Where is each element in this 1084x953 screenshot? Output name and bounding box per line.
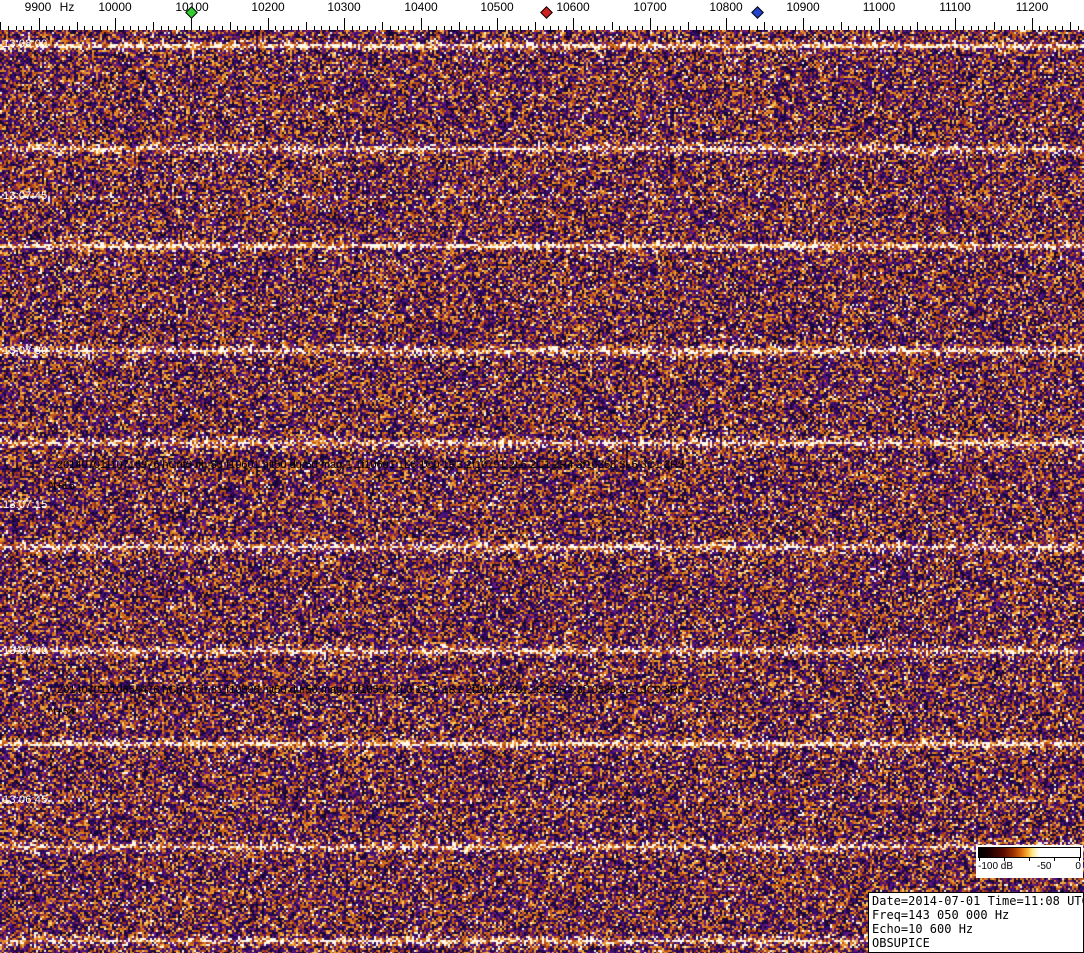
ruler-tick	[0, 22, 1, 30]
ruler-tick	[344, 18, 345, 30]
freq-marker-blue-icon[interactable]	[751, 6, 764, 19]
colorbar-label-max: 0	[1075, 861, 1081, 872]
freq-label: 10800	[709, 0, 743, 14]
ruler-tick	[994, 22, 995, 30]
ruler-tick	[879, 18, 880, 30]
ruler-tick	[535, 22, 536, 30]
freq-label: 10200	[251, 0, 285, 14]
info-box: Date=2014-07-01 Time=11:08 UTC Freq=143 …	[868, 892, 1084, 953]
freq-label: 10000	[98, 0, 132, 14]
colorbar-tick	[1004, 858, 1005, 861]
ruler-tick	[268, 18, 269, 30]
ruler-tick	[612, 22, 613, 30]
ruler-tick	[955, 18, 956, 30]
ruler-tick	[153, 22, 154, 30]
ruler-tick	[1032, 18, 1033, 30]
app-window: 9900Hz1000010100102001030010400105001060…	[0, 0, 1084, 953]
colorbar-label-min: -100 dB	[978, 861, 1014, 872]
colorbar-ticks	[978, 858, 1081, 861]
colorbar-tick	[1029, 858, 1030, 861]
colorbar-panel: -100 dB -50 0	[976, 845, 1083, 878]
info-freq-line: Freq=143 050 000 Hz	[872, 908, 1010, 922]
freq-label: 10700	[633, 0, 667, 14]
ruler-tick	[306, 22, 307, 30]
ruler-tick	[230, 22, 231, 30]
freq-label: 10900	[786, 0, 820, 14]
info-echo-line: Echo=10 600 Hz	[872, 922, 974, 936]
ruler-tick	[573, 18, 574, 30]
ruler-tick	[191, 18, 192, 30]
ruler-tick	[841, 22, 842, 30]
colorbar-tick	[1079, 858, 1080, 861]
colorbar-tick	[1054, 858, 1055, 861]
freq-marker-red-icon[interactable]	[540, 6, 553, 19]
ruler-tick	[421, 18, 422, 30]
ruler-tick	[382, 22, 383, 30]
colorbar-label-mid: -50	[1037, 861, 1052, 872]
spectrogram-canvas[interactable]	[0, 30, 1084, 953]
ruler-tick	[764, 22, 765, 30]
ruler-tick	[115, 18, 116, 30]
freq-label: 11200	[1015, 0, 1049, 14]
ruler-tick	[1070, 22, 1071, 30]
ruler-tick	[459, 22, 460, 30]
ruler-tick	[39, 18, 40, 30]
colorbar-tick	[979, 858, 980, 861]
ruler-tick	[726, 18, 727, 30]
ruler-tick	[497, 18, 498, 30]
freq-label: 11000	[862, 0, 896, 14]
freq-label: 10600	[556, 0, 590, 14]
info-date-line: Date=2014-07-01 Time=11:08 UTC	[872, 894, 1084, 908]
frequency-ruler[interactable]: 9900Hz1000010100102001030010400105001060…	[0, 0, 1084, 30]
freq-label: Hz	[59, 0, 75, 14]
colorbar-labels: -100 dB -50 0	[978, 861, 1081, 872]
ruler-tick	[688, 22, 689, 30]
info-station-line: OBSUPICE	[872, 936, 930, 950]
freq-label: 11100	[939, 0, 971, 14]
ruler-tick	[917, 22, 918, 30]
ruler-tick	[803, 18, 804, 30]
freq-label: 9900	[24, 0, 52, 14]
ruler-tick	[77, 22, 78, 30]
freq-label: 10500	[480, 0, 514, 14]
ruler-tick	[650, 18, 651, 30]
freq-label: 10300	[327, 0, 361, 14]
colorbar-gradient	[978, 847, 1081, 858]
freq-label: 10400	[404, 0, 438, 14]
